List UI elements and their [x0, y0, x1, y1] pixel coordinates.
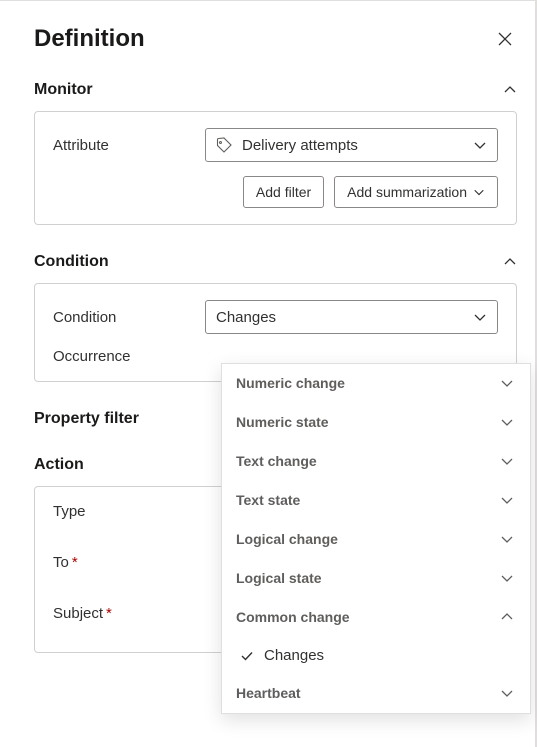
- required-marker: *: [72, 554, 78, 571]
- chevron-down-icon: [473, 186, 485, 198]
- chevron-down-icon: [500, 376, 514, 390]
- condition-dropdown[interactable]: Numeric change Numeric state Text change…: [221, 363, 531, 714]
- condition-value: Changes: [216, 309, 276, 326]
- chevron-up-icon: [503, 255, 517, 269]
- add-summarization-button[interactable]: Add summarization: [334, 176, 498, 208]
- chevron-down-icon: [473, 138, 487, 152]
- dropdown-group-logical-state[interactable]: Logical state: [222, 559, 530, 598]
- to-label: To*: [53, 554, 205, 571]
- subject-label: Subject*: [53, 605, 205, 622]
- dropdown-group-numeric-state[interactable]: Numeric state: [222, 403, 530, 442]
- dropdown-group-logical-change[interactable]: Logical change: [222, 520, 530, 559]
- close-button[interactable]: [493, 27, 517, 51]
- chevron-down-icon: [500, 686, 514, 700]
- dropdown-group-text-state[interactable]: Text state: [222, 481, 530, 520]
- check-icon: [240, 649, 254, 663]
- chevron-down-icon: [500, 454, 514, 468]
- type-label: Type: [53, 503, 205, 520]
- dropdown-group-heartbeat[interactable]: Heartbeat: [222, 674, 530, 713]
- monitor-card: Attribute Delivery attempts Add filter A…: [34, 111, 517, 225]
- section-header-monitor[interactable]: Monitor: [34, 81, 517, 99]
- occurrence-label: Occurrence: [53, 348, 205, 365]
- section-title-property-filter: Property filter: [34, 410, 139, 428]
- close-icon: [497, 31, 513, 47]
- dropdown-group-text-change[interactable]: Text change: [222, 442, 530, 481]
- attribute-select[interactable]: Delivery attempts: [205, 128, 498, 162]
- dropdown-group-numeric-change[interactable]: Numeric change: [222, 364, 530, 403]
- chevron-down-icon: [500, 493, 514, 507]
- attribute-label: Attribute: [53, 137, 205, 154]
- section-header-condition[interactable]: Condition: [34, 253, 517, 271]
- chevron-up-icon: [503, 83, 517, 97]
- chevron-up-icon: [500, 610, 514, 624]
- dropdown-group-common-change[interactable]: Common change: [222, 598, 530, 637]
- section-title-monitor: Monitor: [34, 81, 93, 99]
- tag-icon: [216, 137, 232, 153]
- section-title-action: Action: [34, 456, 84, 474]
- attribute-value: Delivery attempts: [242, 137, 358, 154]
- chevron-down-icon: [473, 310, 487, 324]
- dropdown-option-changes[interactable]: Changes: [222, 637, 530, 674]
- condition-label: Condition: [53, 309, 205, 326]
- page-title: Definition: [34, 25, 145, 53]
- chevron-down-icon: [500, 571, 514, 585]
- required-marker: *: [106, 605, 112, 622]
- condition-select[interactable]: Changes: [205, 300, 498, 334]
- chevron-down-icon: [500, 532, 514, 546]
- section-title-condition: Condition: [34, 253, 109, 271]
- add-filter-button[interactable]: Add filter: [243, 176, 324, 208]
- chevron-down-icon: [500, 415, 514, 429]
